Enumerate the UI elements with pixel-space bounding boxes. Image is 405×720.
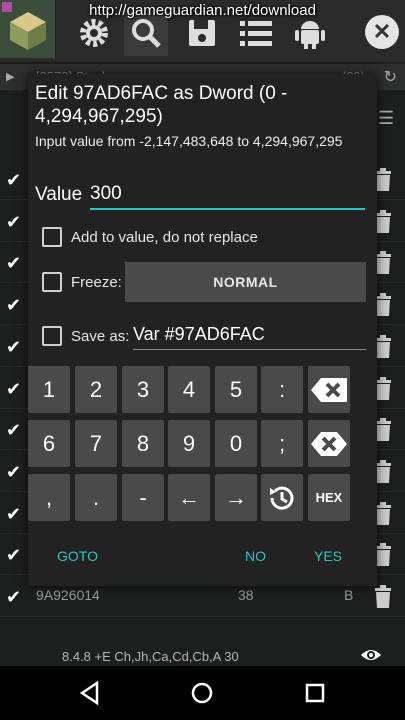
check-icon[interactable]: ✔: [6, 294, 28, 316]
refresh-icon[interactable]: ↻: [384, 67, 397, 87]
row-value: 38: [238, 587, 254, 603]
key[interactable]: →: [215, 474, 257, 521]
key[interactable]: ←: [168, 474, 210, 521]
back-icon[interactable]: [77, 680, 103, 706]
input-range-hint: Input value from -2,147,483,648 to 4,294…: [35, 133, 343, 149]
eye-icon[interactable]: [360, 647, 382, 663]
key[interactable]: ,: [28, 474, 70, 521]
check-icon[interactable]: ✔: [6, 461, 28, 483]
freeze-checkbox[interactable]: Freeze:: [42, 272, 122, 292]
edit-value-dialog: Edit 97AD6FAC as Dword (0 - 4,294,967,29…: [28, 74, 377, 586]
key[interactable]: ;: [261, 420, 303, 467]
value-label: Value: [35, 184, 83, 205]
goto-button[interactable]: GOTO: [57, 548, 98, 564]
key[interactable]: 5: [215, 366, 257, 413]
row-type: B: [344, 587, 354, 603]
check-icon[interactable]: ✔: [6, 378, 28, 400]
check-icon[interactable]: ✔: [6, 419, 28, 441]
add-to-value-label: Add to value, do not replace: [71, 228, 258, 246]
save-as-input[interactable]: [133, 320, 366, 350]
add-to-value-checkbox[interactable]: Add to value, do not replace: [42, 227, 258, 247]
freeze-mode-button[interactable]: NORMAL: [125, 262, 366, 302]
dialog-title: Edit 97AD6FAC as Dword (0 - 4,294,967,29…: [35, 83, 288, 127]
no-button[interactable]: NO: [245, 548, 266, 564]
play-icon[interactable]: ▶: [6, 70, 14, 83]
key[interactable]: :: [261, 366, 303, 413]
checkbox-box[interactable]: [42, 326, 62, 346]
check-icon[interactable]: ✔: [6, 544, 28, 566]
trash-icon[interactable]: [372, 585, 394, 609]
key[interactable]: 4: [168, 366, 210, 413]
check-icon[interactable]: ✔: [6, 503, 28, 525]
hex-key[interactable]: HEX: [308, 474, 350, 521]
key[interactable]: .: [75, 474, 117, 521]
backspace-key[interactable]: [308, 366, 350, 413]
recents-icon[interactable]: [302, 680, 328, 706]
key[interactable]: 8: [122, 420, 164, 467]
menu-icon[interactable]: ☰: [378, 108, 400, 130]
toolbar: ✕ http://gameguardian.net/download: [0, 0, 405, 62]
checkbox-box[interactable]: [42, 227, 62, 247]
version-line: 8.4.8 +E Ch,Jh,Ca,Cd,Cb,A 30: [62, 649, 239, 664]
history-key[interactable]: [261, 474, 303, 521]
key[interactable]: 7: [75, 420, 117, 467]
clear-key[interactable]: [308, 420, 350, 467]
check-icon[interactable]: ✔: [6, 169, 28, 191]
freeze-label: Freeze:: [71, 273, 122, 291]
row-address: 9A926014: [36, 587, 100, 603]
check-icon[interactable]: ✔: [6, 336, 28, 358]
key[interactable]: 0: [215, 420, 257, 467]
download-url: http://gameguardian.net/download: [89, 2, 316, 19]
key[interactable]: 3: [122, 366, 164, 413]
save-as-label: Save as:: [71, 327, 130, 345]
check-icon[interactable]: ✔: [6, 252, 28, 274]
yes-button[interactable]: YES: [314, 548, 342, 564]
navigation-bar: [0, 666, 405, 720]
value-input[interactable]: [90, 180, 365, 210]
key[interactable]: 2: [75, 366, 117, 413]
check-icon[interactable]: ✔: [6, 586, 28, 608]
save-as-checkbox[interactable]: Save as:: [42, 326, 129, 346]
home-icon[interactable]: [189, 680, 215, 706]
key[interactable]: 1: [28, 366, 70, 413]
check-icon[interactable]: ✔: [6, 211, 28, 233]
checkbox-box[interactable]: [42, 272, 62, 292]
key[interactable]: 6: [28, 420, 70, 467]
key[interactable]: 9: [168, 420, 210, 467]
key[interactable]: -: [122, 474, 164, 521]
